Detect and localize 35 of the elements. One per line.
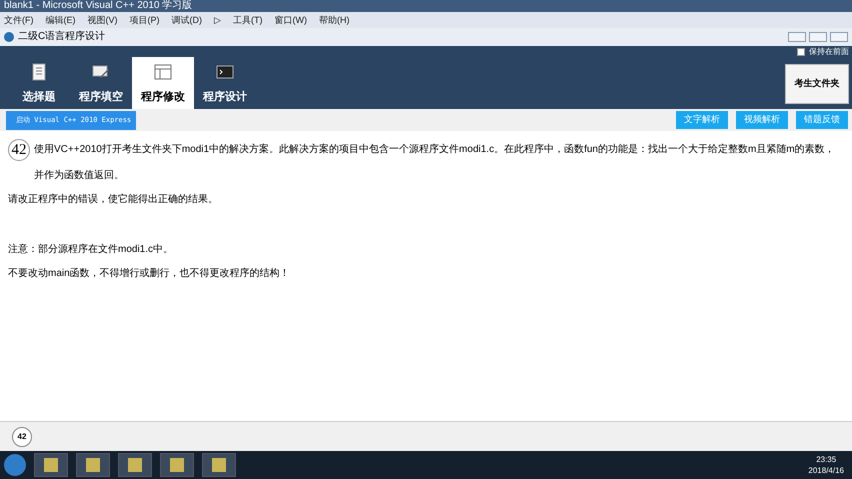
document-icon <box>30 62 48 80</box>
maximize-button[interactable] <box>809 32 827 42</box>
minimize-button[interactable] <box>788 32 806 42</box>
close-button[interactable] <box>830 32 848 42</box>
tab[interactable]: 选择题 <box>8 57 70 109</box>
question-text: 请改正程序中的错误，使它能得出正确的结果。 <box>8 192 218 207</box>
terminal-icon <box>216 62 234 80</box>
keep-on-top-label: 保持在前面 <box>809 48 849 56</box>
question-text: 注意：部分源程序在文件modi1.c中。 <box>8 242 174 257</box>
menu-item[interactable]: 视图(V) <box>88 16 118 24</box>
app-window-title: 二级C语言程序设计 <box>18 32 106 42</box>
menu-item[interactable]: 窗口(W) <box>274 16 307 24</box>
folder-button[interactable]: 考生文件夹 <box>785 64 849 104</box>
question-number-badge[interactable]: 42 <box>12 426 32 446</box>
pen-icon <box>92 62 110 80</box>
start-button-icon[interactable] <box>4 454 26 476</box>
question-text: 使用VC++2010打开考生文件夹下modi1中的解决方案。此解决方案的项目中包含一个源程序文件modi1.c。在此程序中，函数fun的功能是：找出一个大于给定整数m且紧随m的素数，并作为函数值返回。 <box>34 142 836 183</box>
menu-item[interactable]: 帮助(H) <box>319 16 350 24</box>
clock-time: 23:35 <box>816 454 836 465</box>
menu-item[interactable]: 编辑(E) <box>46 16 76 24</box>
menu-item[interactable]: 项目(P) <box>130 16 160 24</box>
menu-item[interactable]: 文件(F) <box>4 16 34 24</box>
question-text: 不要改动main函数，不得增行或删行，也不得更改程序的结构！ <box>8 266 290 281</box>
app-logo-icon <box>4 32 14 42</box>
window-title: blank1 - Microsoft Visual C++ 2010 学习版 <box>4 1 192 11</box>
tab[interactable]: 程序填空 <box>70 57 132 109</box>
keep-on-top-checkbox[interactable] <box>797 48 805 56</box>
clock-date: 2018/4/16 <box>808 465 844 476</box>
menu-item[interactable]: ▷ <box>214 16 221 24</box>
menu-item[interactable]: 工具(T) <box>233 16 262 24</box>
tab[interactable]: 程序修改 <box>132 57 194 109</box>
question-number: 42 <box>8 139 30 161</box>
menu-item[interactable]: 调试(D) <box>172 16 202 24</box>
window-icon <box>154 62 172 80</box>
tab[interactable]: 程序设计 <box>194 57 256 109</box>
